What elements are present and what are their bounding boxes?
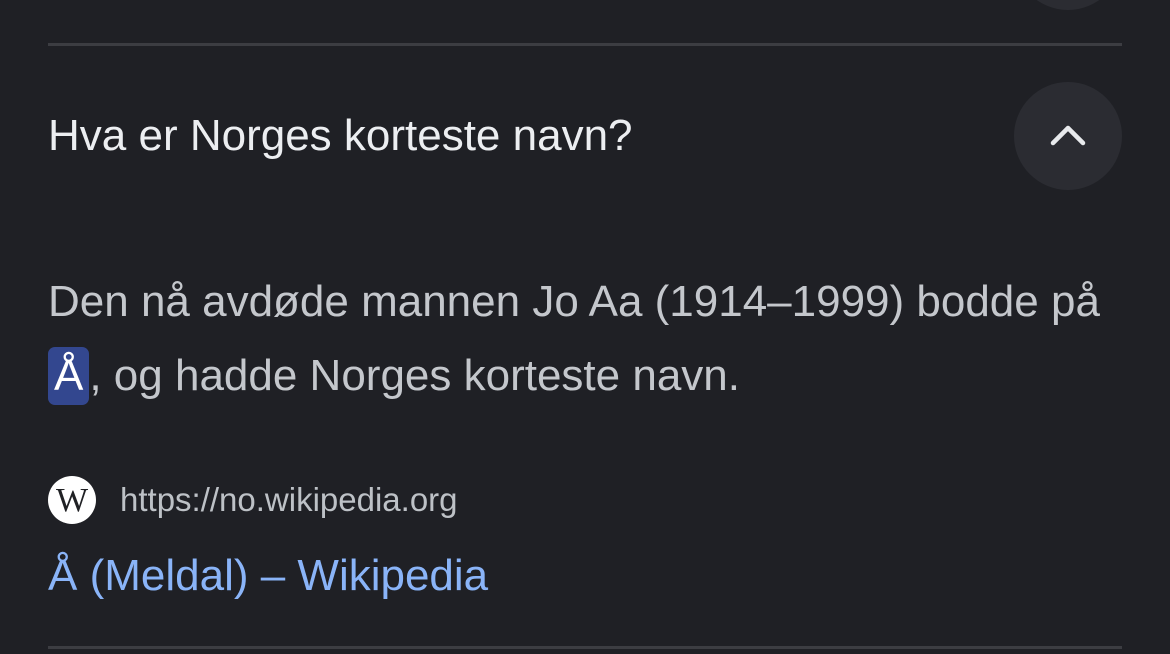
previous-expand-button[interactable] [1014, 0, 1122, 10]
answer-text-after: , og hadde Norges korteste navn. [89, 351, 740, 400]
source-url[interactable]: https://no.wikipedia.org [120, 481, 458, 519]
chevron-up-icon [1050, 125, 1086, 146]
favicon-glyph: W [55, 482, 89, 519]
collapse-button[interactable] [1014, 82, 1122, 190]
divider [48, 646, 1122, 649]
faq-answer: Den nå avdøde mannen Jo Aa (1914–1999) b… [48, 265, 1138, 413]
answer-text-before: Den nå avdøde mannen Jo Aa (1914–1999) b… [48, 277, 1100, 326]
faq-question[interactable]: Hva er Norges korteste navn? [48, 108, 633, 164]
answer-highlight: Å [48, 347, 90, 405]
source-link[interactable]: Å (Meldal) – Wikipedia [48, 548, 488, 604]
source-row[interactable]: W https://no.wikipedia.org [48, 476, 458, 524]
divider [48, 43, 1122, 46]
wikipedia-icon: W [48, 476, 96, 524]
